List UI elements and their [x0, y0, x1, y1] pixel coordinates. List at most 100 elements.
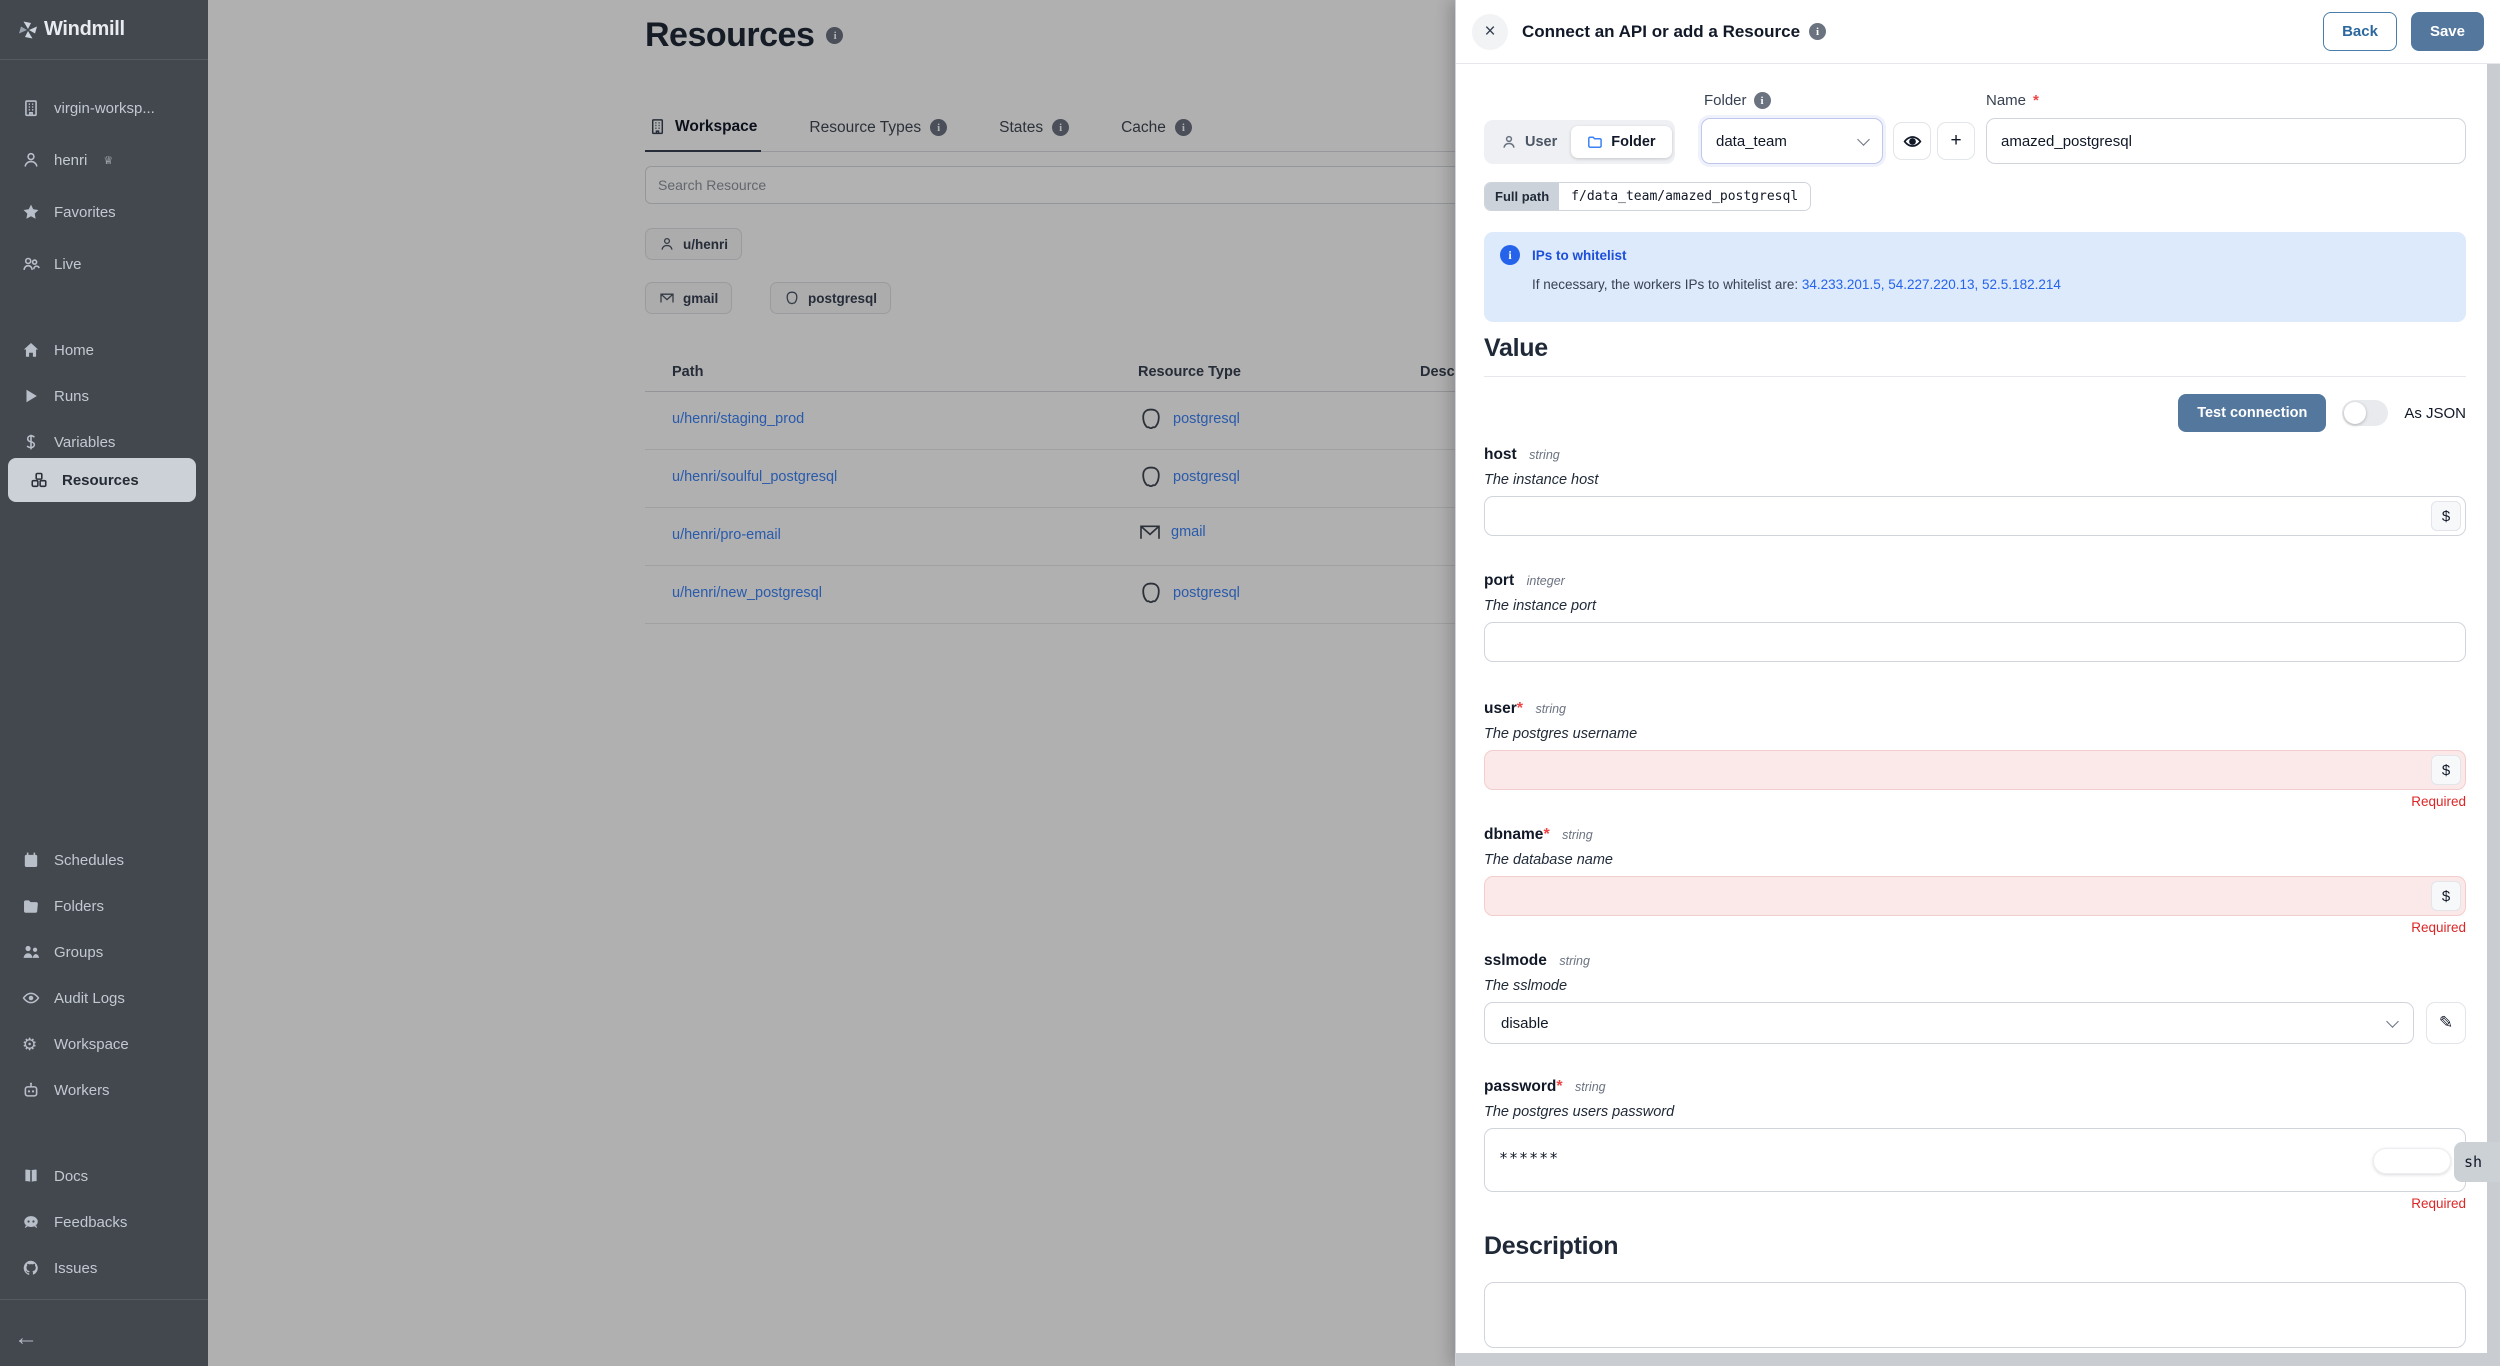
sidebar-item-docs[interactable]: Docs [0, 1156, 208, 1196]
resource-type-link[interactable]: postgresql [1138, 462, 1240, 492]
variable-picker-button[interactable]: $ [2431, 755, 2461, 785]
sidebar-item-label: Workspace [54, 1035, 129, 1053]
tab-label: States [999, 118, 1044, 136]
sidebar-item-resources[interactable]: Resources [8, 458, 196, 502]
field-name: host [1484, 446, 1517, 463]
person-icon [1503, 135, 1515, 148]
field-host-label: host string [1484, 446, 1560, 464]
page-title-text: Resources [645, 16, 815, 54]
sidebar-item-workers[interactable]: Workers [0, 1070, 208, 1110]
info-icon: i [1809, 23, 1827, 40]
add-resource-drawer: × Connect an API or add a Resource i Bac… [1455, 0, 2500, 1366]
add-folder-button[interactable]: + [1937, 122, 1975, 160]
field-port-description: The instance port [1484, 598, 1597, 614]
back-button[interactable]: Back [2323, 12, 2397, 51]
owner-kind-user[interactable]: User [1487, 126, 1571, 158]
users-icon [23, 257, 40, 271]
sidebar-item-label: Workers [54, 1081, 110, 1099]
star-icon [23, 204, 39, 219]
resource-type-link[interactable]: gmail [1138, 520, 1206, 544]
password-input[interactable]: ****** [1484, 1128, 2466, 1192]
resource-type-label: postgresql [1173, 469, 1240, 485]
tab-workspace[interactable]: Workspace [645, 104, 762, 152]
sidebar-item-groups[interactable]: Groups [0, 932, 208, 972]
sslmode-select[interactable]: disable [1484, 1002, 2414, 1044]
info-icon: i [1500, 245, 1520, 265]
sidebar-item-feedbacks[interactable]: Feedbacks [0, 1202, 208, 1242]
sidebar-item-home[interactable]: Home [0, 330, 208, 370]
field-type: string [1562, 828, 1593, 842]
collapse-sidebar-button[interactable]: ← [14, 1324, 38, 1352]
postgresql-icon [786, 291, 798, 305]
field-dbname-label: dbname* string [1484, 826, 1593, 844]
sidebar-item-label: Variables [54, 433, 116, 451]
close-icon[interactable]: × [1472, 13, 1508, 50]
show-password-toggle[interactable] [2373, 1148, 2451, 1174]
drawer-body: User Folder Folder i data_team + Name * … [1484, 64, 2466, 1366]
name-label-text: Name [1986, 92, 2027, 109]
resource-path-link[interactable]: u/henri/staging_prod [672, 411, 804, 427]
port-input[interactable] [1484, 622, 2466, 662]
variable-picker-button[interactable]: $ [2431, 501, 2461, 531]
type-filter-chip-gmail[interactable]: gmail [645, 282, 733, 314]
field-name: password [1484, 1078, 1557, 1095]
folder-select[interactable]: data_team [1701, 118, 1883, 164]
as-json-toggle[interactable] [2342, 400, 2389, 426]
description-textarea[interactable] [1484, 1282, 2466, 1348]
sidebar-item-runs[interactable]: Runs [0, 376, 208, 416]
field-password-description: The postgres users password [1484, 1104, 1675, 1120]
sidebar-item-audit-logs[interactable]: Audit Logs [0, 978, 208, 1018]
user-input[interactable] [1484, 750, 2466, 790]
user-name: henri [54, 151, 88, 169]
save-button[interactable]: Save [2410, 12, 2484, 51]
sidebar-item-folders[interactable]: Folders [0, 886, 208, 926]
name-input[interactable] [1986, 118, 2466, 164]
owner-kind-folder[interactable]: Folder [1571, 126, 1672, 158]
resource-type-link[interactable]: postgresql [1138, 404, 1240, 434]
sidebar-logo[interactable]: Windmill [0, 0, 208, 60]
tab-states[interactable]: States i [995, 104, 1073, 152]
sidebar-item-workspace-switcher[interactable]: virgin-worksp... [0, 88, 208, 128]
resource-type-link[interactable]: postgresql [1138, 578, 1240, 608]
windmill-logo-icon [19, 21, 37, 38]
sidebar-item-issues[interactable]: Issues [0, 1248, 208, 1288]
field-host-description: The instance host [1484, 472, 1599, 488]
name-field-label: Name * [1986, 92, 2039, 109]
owner-kind-user-label: User [1525, 134, 1558, 150]
host-input[interactable] [1484, 496, 2466, 536]
sidebar-item-favorites[interactable]: Favorites [0, 192, 208, 232]
gmail-icon [1140, 525, 1160, 539]
folder-select-value: data_team [1716, 132, 1787, 150]
required-mark: * [1543, 826, 1550, 843]
edit-sslmode-button[interactable]: ✎ [2426, 1002, 2466, 1044]
owner-filter-chip[interactable]: u/henri [645, 228, 743, 260]
postgresql-icon [1142, 466, 1160, 488]
dbname-input[interactable] [1484, 876, 2466, 916]
resource-path-link[interactable]: u/henri/soulful_postgresql [672, 469, 837, 485]
resource-path-link[interactable]: u/henri/new_postgresql [672, 585, 822, 601]
sidebar-item-user[interactable]: henri ♕ [0, 140, 208, 180]
gmail-icon [660, 293, 674, 303]
sidebar-item-live[interactable]: Live [0, 244, 208, 284]
sidebar-item-label: Favorites [54, 203, 116, 221]
sidebar-item-label: Runs [54, 387, 90, 405]
tab-resource-types[interactable]: Resource Types i [805, 104, 951, 152]
person-icon [24, 152, 38, 167]
required-mark: * [1556, 1078, 1563, 1095]
test-connection-button[interactable]: Test connection [2178, 394, 2327, 432]
owner-kind-folder-label: Folder [1611, 134, 1656, 150]
full-path-label: Full path [1485, 183, 1560, 210]
sidebar-item-workspace-settings[interactable]: ⚙ Workspace [0, 1024, 208, 1064]
sidebar-item-variables[interactable]: Variables [0, 422, 208, 462]
alert-ips[interactable]: 34.233.201.5, 54.227.220.13, 52.5.182.21… [1802, 277, 2061, 292]
drawer-horizontal-scrollbar[interactable] [1456, 1353, 2487, 1366]
view-folder-button[interactable] [1893, 122, 1931, 160]
resource-path-link[interactable]: u/henri/pro-email [672, 527, 781, 543]
variable-picker-button[interactable]: $ [2431, 881, 2461, 911]
sidebar-item-schedules[interactable]: Schedules [0, 840, 208, 880]
col-path: Path [672, 364, 704, 380]
info-icon[interactable]: i [826, 27, 844, 44]
type-filter-chip-postgresql[interactable]: postgresql [770, 282, 892, 314]
field-name: sslmode [1484, 952, 1547, 969]
tab-cache[interactable]: Cache i [1117, 104, 1196, 152]
